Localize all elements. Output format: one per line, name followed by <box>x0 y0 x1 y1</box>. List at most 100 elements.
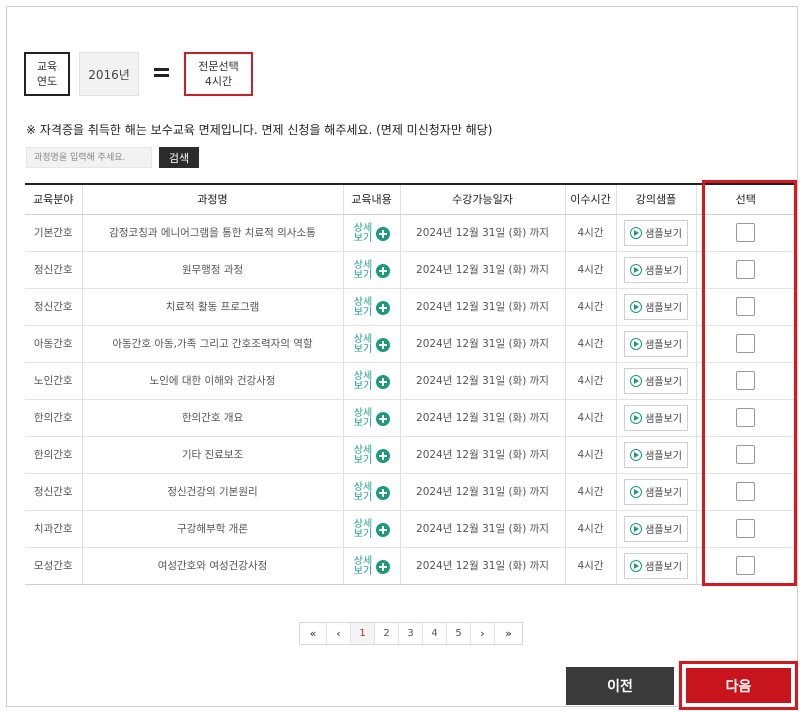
detail-button[interactable]: 상세 보기 <box>353 371 390 392</box>
cell-sample: 샘플보기 <box>615 436 697 474</box>
select-checkbox[interactable] <box>736 408 756 427</box>
cell-detail: 상세 보기 <box>342 288 401 326</box>
plus-circle-icon <box>376 226 390 241</box>
page-1-button[interactable]: 1 <box>351 623 375 644</box>
table-row: 치과간호 구강해부학 개론 상세 보기 2024년 12월 31일 (화) 까지 4시간 샘… <box>25 510 795 548</box>
detail-button[interactable]: 상세 보기 <box>353 445 390 466</box>
select-checkbox[interactable] <box>736 482 756 501</box>
play-icon <box>630 226 643 239</box>
select-checkbox[interactable] <box>736 556 756 575</box>
sample-label: 샘플보기 <box>645 377 682 388</box>
cell-period: 2024년 12월 31일 (화) 까지 <box>399 473 566 511</box>
detail-label-bottom: 보기 <box>353 528 373 540</box>
last-page-button[interactable]: » <box>495 623 522 644</box>
cell-select <box>695 251 795 289</box>
year-label-line2: 연도 <box>36 75 58 88</box>
cell-hours: 4시간 <box>564 473 617 511</box>
detail-button[interactable]: 상세 보기 <box>353 297 390 318</box>
select-checkbox[interactable] <box>736 334 756 353</box>
next-button[interactable]: 다음 <box>686 668 791 703</box>
previous-button[interactable]: 이전 <box>566 667 674 705</box>
cell-select <box>695 325 795 363</box>
page-5-button[interactable]: 5 <box>447 623 471 644</box>
plus-circle-icon <box>376 337 390 352</box>
detail-label: 상세 보기 <box>353 260 373 281</box>
header-course: 과정명 <box>81 183 344 215</box>
sample-button[interactable]: 샘플보기 <box>624 552 688 579</box>
detail-label-bottom: 보기 <box>353 306 373 318</box>
play-icon <box>630 485 643 498</box>
sample-button[interactable]: 샘플보기 <box>624 330 688 357</box>
cell-course: 여성간호와 여성건강사정 <box>81 547 344 585</box>
sample-button[interactable]: 샘플보기 <box>624 256 688 283</box>
play-icon <box>630 300 643 313</box>
select-checkbox[interactable] <box>736 445 756 464</box>
sample-button[interactable]: 샘플보기 <box>624 441 688 468</box>
page-3-button[interactable]: 3 <box>399 623 423 644</box>
cell-course: 원무행정 과정 <box>81 251 344 289</box>
search-input[interactable] <box>26 147 152 168</box>
sample-button[interactable]: 샘플보기 <box>624 404 688 431</box>
cell-period: 2024년 12월 31일 (화) 까지 <box>399 251 566 289</box>
prev-page-button[interactable]: ‹ <box>327 623 351 644</box>
sample-button[interactable]: 샘플보기 <box>624 478 688 505</box>
cell-period: 2024년 12월 31일 (화) 까지 <box>399 436 566 474</box>
detail-label-bottom: 보기 <box>353 343 373 355</box>
cell-field: 한의간호 <box>25 436 83 474</box>
page-2-button[interactable]: 2 <box>375 623 399 644</box>
detail-button[interactable]: 상세 보기 <box>353 519 390 540</box>
detail-button[interactable]: 상세 보기 <box>353 556 390 577</box>
select-checkbox[interactable] <box>736 297 756 316</box>
sample-button[interactable]: 샘플보기 <box>624 293 688 320</box>
sample-label: 샘플보기 <box>645 451 682 462</box>
header-field: 교육분야 <box>25 183 83 215</box>
select-checkbox[interactable] <box>736 371 756 390</box>
cell-field: 치과간호 <box>25 510 83 548</box>
detail-label: 상세 보기 <box>353 445 373 466</box>
select-checkbox[interactable] <box>736 223 756 242</box>
page-4-button[interactable]: 4 <box>423 623 447 644</box>
cell-hours: 4시간 <box>564 325 617 363</box>
detail-label: 상세 보기 <box>353 371 373 392</box>
cell-course: 아동간호 아동,가족 그리고 간호조력자의 역할 <box>81 325 344 363</box>
plus-circle-icon <box>376 411 390 426</box>
cell-sample: 샘플보기 <box>615 547 697 585</box>
sample-label: 샘플보기 <box>645 229 682 240</box>
sample-label: 샘플보기 <box>645 525 682 536</box>
cell-sample: 샘플보기 <box>615 510 697 548</box>
search-button[interactable]: 검색 <box>159 147 199 168</box>
detail-label-bottom: 보기 <box>353 417 373 429</box>
cell-field: 노인간호 <box>25 362 83 400</box>
sample-button[interactable]: 샘플보기 <box>624 367 688 394</box>
cell-sample: 샘플보기 <box>615 251 697 289</box>
play-icon <box>630 263 643 276</box>
detail-button[interactable]: 상세 보기 <box>353 408 390 429</box>
next-page-button[interactable]: › <box>471 623 495 644</box>
detail-label: 상세 보기 <box>353 519 373 540</box>
detail-button[interactable]: 상세 보기 <box>353 482 390 503</box>
cell-sample: 샘플보기 <box>615 325 697 363</box>
header-sample: 강의샘플 <box>615 183 697 215</box>
cell-hours: 4시간 <box>564 547 617 585</box>
cell-detail: 상세 보기 <box>342 473 401 511</box>
cell-course: 노인에 대한 이해와 건강사정 <box>81 362 344 400</box>
sample-label: 샘플보기 <box>645 562 682 573</box>
cell-period: 2024년 12월 31일 (화) 까지 <box>399 325 566 363</box>
sample-button[interactable]: 샘플보기 <box>624 219 688 246</box>
exemption-notice: ※ 자격증을 취득한 해는 보수교육 면제입니다. 면제 신청을 해주세요. (… <box>26 123 493 137</box>
header-select: 선택 <box>695 183 795 215</box>
cell-hours: 4시간 <box>564 214 617 252</box>
table-row: 정신간호 원무행정 과정 상세 보기 2024년 12월 31일 (화) 까지 4시간 샘플… <box>25 251 795 289</box>
first-page-button[interactable]: « <box>300 623 327 644</box>
cell-field: 정신간호 <box>25 288 83 326</box>
detail-button[interactable]: 상세 보기 <box>353 223 390 244</box>
detail-button[interactable]: 상세 보기 <box>353 334 390 355</box>
cell-hours: 4시간 <box>564 251 617 289</box>
select-checkbox[interactable] <box>736 260 756 279</box>
detail-button[interactable]: 상세 보기 <box>353 260 390 281</box>
cell-select <box>695 473 795 511</box>
select-checkbox[interactable] <box>736 519 756 538</box>
sample-button[interactable]: 샘플보기 <box>624 515 688 542</box>
sample-label: 샘플보기 <box>645 266 682 277</box>
table-header-row: 교육분야 과정명 교육내용 수강가능일자 이수시간 강의샘플 선택 <box>25 183 795 215</box>
